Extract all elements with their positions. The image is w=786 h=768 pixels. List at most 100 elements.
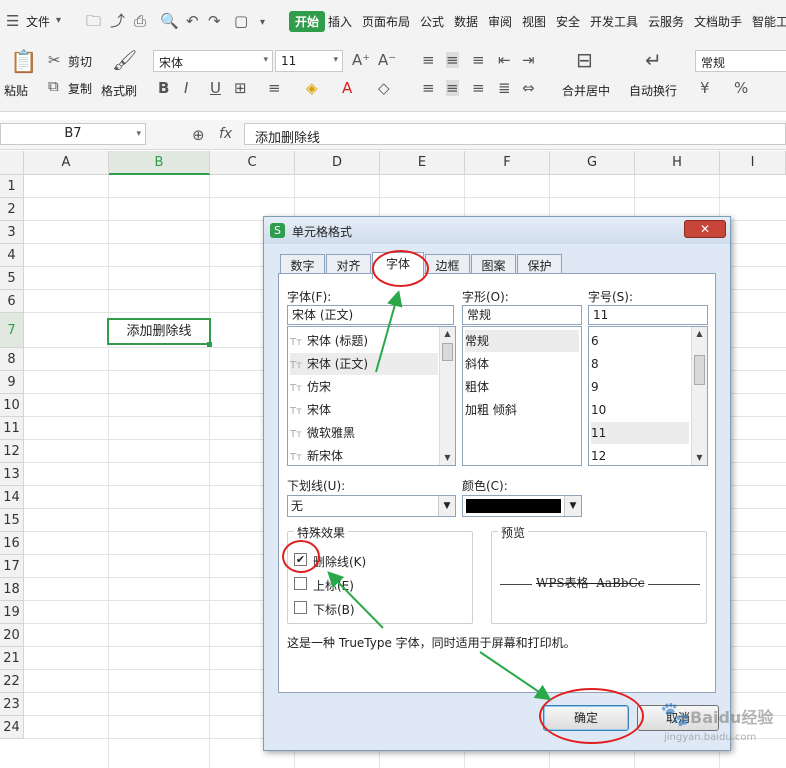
list-item[interactable]: Tт 宋体 (标题) (290, 330, 438, 352)
redo-icon[interactable]: ↷ (208, 13, 221, 29)
column-header-h[interactable]: H (635, 151, 720, 175)
scroll-thumb[interactable] (694, 355, 705, 385)
subscript-checkbox[interactable] (294, 601, 307, 614)
formula-input[interactable]: 添加删除线 (244, 123, 786, 146)
font-name-list[interactable]: Tт 宋体 (标题) Tт 宋体 (正文) Tт 仿宋 Tт 宋体 Tт 微软雅黑 Tт 新… (287, 326, 456, 466)
tab-page-layout[interactable]: 页面布局 (362, 13, 410, 30)
justify-icon[interactable]: ≣ (498, 80, 511, 96)
underline-select[interactable]: 无 ▼ (287, 495, 456, 517)
scroll-up-icon[interactable]: ▲ (440, 327, 455, 341)
row-header[interactable]: 17 (0, 555, 24, 578)
number-format-select[interactable]: 常规 (695, 50, 786, 72)
list-item[interactable]: Tт 仿宋 (290, 376, 438, 398)
dialog-titlebar[interactable]: S 单元格格式 ✕ (264, 217, 730, 244)
row-header[interactable]: 18 (0, 578, 24, 601)
font-style-input[interactable]: 常规 (462, 305, 582, 325)
scroll-up-icon[interactable]: ▲ (692, 327, 707, 341)
font-color-select[interactable]: ▼ (462, 495, 582, 517)
distributed-icon[interactable]: ⇔ (522, 80, 535, 96)
scroll-thumb[interactable] (442, 343, 453, 361)
align-left-icon[interactable]: ≡ (422, 80, 435, 96)
list-item[interactable]: 8 (591, 353, 689, 375)
list-item[interactable]: 12 (591, 445, 689, 465)
row-header[interactable]: 9 (0, 371, 24, 394)
list-item[interactable]: 11 (591, 422, 689, 444)
scroll-down-icon[interactable]: ▼ (692, 451, 707, 465)
borders-icon[interactable]: ⊞ (234, 80, 247, 96)
row-header[interactable]: 11 (0, 417, 24, 440)
hamburger-menu-icon[interactable]: ☰ (6, 13, 19, 29)
tab-smart[interactable]: 智能工 (752, 13, 786, 30)
strikethrough-checkbox[interactable]: ✔ (294, 553, 307, 566)
row-header[interactable]: 20 (0, 624, 24, 647)
italic-icon[interactable]: I (184, 80, 188, 96)
undo-icon[interactable]: ↶ (186, 13, 199, 29)
align-bottom-icon[interactable]: ≡ (472, 52, 485, 68)
fill-color-icon[interactable]: ◈ (306, 80, 318, 96)
superscript-checkbox[interactable] (294, 577, 307, 590)
align-top-icon[interactable]: ≡ (422, 52, 435, 68)
superscript-label[interactable]: 上标(E) (313, 577, 354, 594)
indent-increase-icon[interactable]: ⇥ (522, 52, 535, 68)
subscript-label[interactable]: 下标(B) (313, 601, 355, 618)
tab-data[interactable]: 数据 (454, 13, 478, 30)
open-folder-icon[interactable]: 🗀 (86, 13, 101, 29)
column-header-b[interactable]: B (109, 151, 210, 175)
row-header[interactable]: 10 (0, 394, 24, 417)
row-header[interactable]: 3 (0, 221, 24, 244)
close-icon[interactable]: ✕ (684, 220, 726, 238)
row-header[interactable]: 14 (0, 486, 24, 509)
align-right-icon[interactable]: ≡ (472, 80, 485, 96)
column-header-f[interactable]: F (465, 151, 550, 175)
file-menu[interactable]: 文件 (26, 13, 50, 30)
copy-button[interactable]: 复制 (68, 80, 92, 97)
font-size-list[interactable]: 6 8 9 10 11 12 ▲ ▼ (588, 326, 708, 466)
print-preview-icon[interactable]: 🔍 (160, 13, 179, 29)
list-item[interactable]: Tт 微软雅黑 (290, 422, 438, 444)
chevron-down-icon[interactable]: ▾ (56, 13, 61, 29)
font-name-select[interactable]: 宋体 ▾ (153, 50, 273, 72)
row-header[interactable]: 21 (0, 647, 24, 670)
column-header-g[interactable]: G (550, 151, 635, 175)
merge-center-button[interactable]: 合并居中 (562, 82, 610, 99)
underline-icon[interactable]: U (210, 80, 221, 96)
row-header[interactable]: 7 (0, 313, 24, 348)
select-all-corner[interactable] (0, 151, 24, 175)
row-header[interactable]: 4 (0, 244, 24, 267)
save-icon[interactable]: ▢ (234, 13, 248, 29)
row-header[interactable]: 24 (0, 716, 24, 739)
tab-view[interactable]: 视图 (522, 13, 546, 30)
zoom-icon[interactable]: ⊕ (192, 127, 205, 143)
tab-font[interactable]: 字体 (372, 252, 424, 279)
row-header[interactable]: 12 (0, 440, 24, 463)
list-item[interactable]: 9 (591, 376, 689, 398)
font-style-list[interactable]: 常规 斜体 粗体 加粗 倾斜 (462, 326, 582, 466)
fill-handle[interactable] (207, 342, 212, 347)
list-item[interactable]: Tт 宋体 (正文) (290, 353, 438, 375)
ok-button[interactable]: 确定 (543, 705, 629, 731)
row-header[interactable]: 15 (0, 509, 24, 532)
column-header-d[interactable]: D (295, 151, 380, 175)
currency-icon[interactable]: ¥ (700, 80, 710, 96)
decrease-font-icon[interactable]: A⁻ (378, 52, 396, 68)
align-middle-icon[interactable]: ≡ (446, 52, 459, 68)
strikethrough-menu-icon[interactable]: ≡ (268, 80, 281, 96)
tab-formulas[interactable]: 公式 (420, 13, 444, 30)
paste-icon[interactable]: 📋 (10, 52, 37, 74)
align-center-icon[interactable]: ≡ (446, 80, 459, 96)
column-header-i[interactable]: I (720, 151, 786, 175)
list-item[interactable]: 6 (591, 330, 689, 352)
tab-insert[interactable]: 插入 (328, 13, 352, 30)
row-header[interactable]: 1 (0, 175, 24, 198)
column-header-c[interactable]: C (210, 151, 295, 175)
increase-font-icon[interactable]: A⁺ (352, 52, 370, 68)
list-item[interactable]: Tт 新宋体 (290, 445, 438, 465)
font-list-scrollbar[interactable]: ▲ ▼ (439, 327, 455, 465)
font-name-input[interactable]: 宋体 (正文) (287, 305, 454, 325)
list-item[interactable]: 常规 (465, 330, 579, 352)
format-painter-button[interactable]: 格式刷 (101, 82, 137, 99)
bold-icon[interactable]: B (158, 80, 169, 96)
cut-button[interactable]: 剪切 (68, 53, 92, 70)
print-icon[interactable]: ⎙ (134, 13, 146, 29)
size-list-scrollbar[interactable]: ▲ ▼ (691, 327, 707, 465)
